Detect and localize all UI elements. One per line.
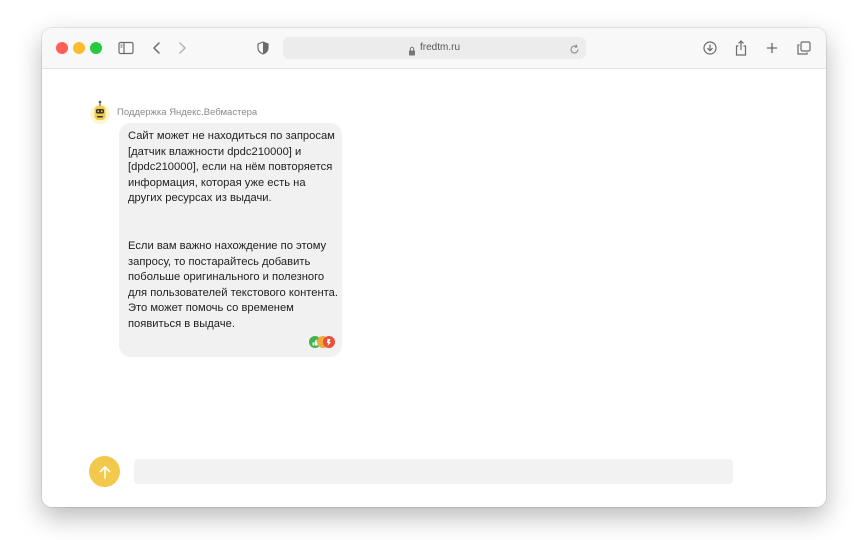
browser-window: fredtm.ru Поддержка Яндекс.Вебмастера Са… xyxy=(42,28,826,507)
address-url: fredtm.ru xyxy=(420,42,461,53)
shield-icon[interactable] xyxy=(253,38,273,58)
close-window-button[interactable] xyxy=(56,42,68,54)
reactions-icon[interactable] xyxy=(308,335,336,349)
zoom-window-button[interactable] xyxy=(90,42,102,54)
share-icon[interactable] xyxy=(731,38,751,58)
chat-area: Поддержка Яндекс.Вебмастера Сайт может н… xyxy=(42,69,826,507)
arrow-up-icon xyxy=(99,465,110,479)
minimize-window-button[interactable] xyxy=(73,42,85,54)
send-button[interactable] xyxy=(89,456,120,487)
download-icon[interactable] xyxy=(700,38,720,58)
message-bubble: Сайт может не находиться по запросам [да… xyxy=(119,123,342,357)
sidebar-icon[interactable] xyxy=(116,38,136,58)
chevron-left-icon[interactable] xyxy=(147,38,167,58)
message-paragraph: Сайт может не находиться по запросам [да… xyxy=(128,130,335,205)
sender-name: Поддержка Яндекс.Вебмастера xyxy=(117,107,258,118)
address-bar[interactable]: fredtm.ru xyxy=(283,37,586,59)
lock-icon xyxy=(408,43,416,61)
browser-toolbar: fredtm.ru xyxy=(42,28,826,69)
plus-icon[interactable] xyxy=(762,38,782,58)
message-input[interactable] xyxy=(134,459,733,484)
chevron-right-icon[interactable] xyxy=(172,38,192,58)
bot-avatar-icon xyxy=(89,100,111,124)
reload-icon[interactable] xyxy=(569,42,580,60)
message-paragraph: Если вам важно нахождение по этому запро… xyxy=(128,240,338,330)
tabs-overview-icon[interactable] xyxy=(794,38,814,58)
